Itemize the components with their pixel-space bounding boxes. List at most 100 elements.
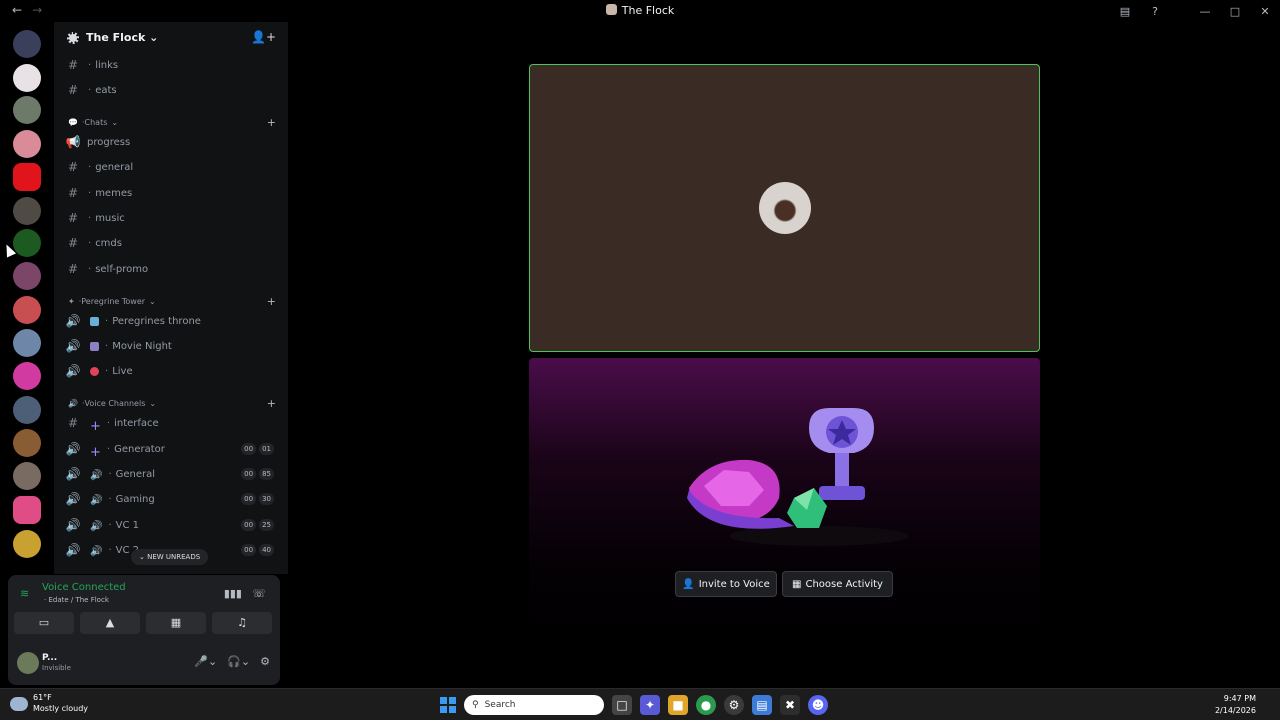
server-icon[interactable] [13, 197, 41, 225]
speaker-icon: 🔊 [90, 520, 103, 532]
category-peregrine-tower[interactable]: ✦ · Peregrine Tower ⌄ + [68, 293, 278, 309]
server-icon[interactable] [13, 96, 41, 124]
category-voice-channels[interactable]: 🔊 · Voice Channels ⌄ + [68, 395, 278, 411]
server-icon[interactable] [13, 329, 41, 357]
signal-icon[interactable]: ≋ [20, 587, 29, 600]
speaker-icon: 🔊 [90, 494, 103, 506]
add-channel-icon[interactable]: + [267, 295, 276, 308]
channel-memes[interactable]: # · memes [62, 182, 282, 204]
channel-movie-night[interactable]: 🔊 · Movie Night [62, 335, 282, 357]
file-explorer-icon[interactable]: ■ [668, 695, 688, 715]
channel-general[interactable]: # · general [62, 156, 282, 178]
noise-suppression-icon[interactable]: ▮▮▮ [224, 587, 242, 600]
speaker-icon: 🔊 [68, 398, 78, 408]
copilot-icon[interactable]: ✦ [640, 695, 660, 715]
user-limit-badge: 00 85 [241, 468, 274, 480]
server-badge-icon [67, 32, 79, 44]
maximize-icon[interactable]: □ [1220, 5, 1250, 18]
minimize-icon[interactable]: — [1190, 5, 1220, 18]
user-limit-badge: 00 25 [241, 519, 274, 531]
channel-generator[interactable]: 🔊 + · Generator 00 01 [62, 438, 282, 460]
discord-icon[interactable]: ☻ [808, 695, 828, 715]
user-area[interactable]: P... Invisible 🎤⌄ 🎧⌄ ⚙ [16, 650, 274, 680]
channel-progress[interactable]: 📢 progress [62, 131, 282, 153]
title-bar: ← → The Flock ▤ ? — □ ✕ [0, 0, 1280, 22]
channel-vc1[interactable]: 🔊 🔊 · VC 1 00 25 [62, 514, 282, 536]
clock[interactable]: 9:47 PM 2/14/2026 [1215, 693, 1256, 717]
chrome-icon[interactable]: ● [696, 695, 716, 715]
add-channel-icon[interactable]: + [267, 397, 276, 410]
channel-links[interactable]: # · links [62, 54, 282, 76]
channel-cmds[interactable]: # · cmds [62, 232, 282, 254]
avatar[interactable] [17, 652, 39, 674]
add-channel-icon[interactable]: + [267, 116, 276, 129]
activities-icon: ▦ [792, 578, 802, 590]
add-member-icon[interactable]: 👤+ [251, 30, 276, 44]
server-icon[interactable] [13, 429, 41, 457]
speaker-icon: 🔊 [65, 492, 81, 506]
temperature[interactable]: 61°F [33, 693, 52, 702]
server-icon[interactable] [13, 462, 41, 490]
help-icon[interactable]: ? [1140, 5, 1170, 18]
task-view-icon[interactable]: □ [612, 695, 632, 715]
server-icon[interactable] [13, 130, 41, 158]
server-header[interactable]: The Flock ⌄ 👤+ [54, 22, 288, 54]
user-limit-badge: 00 40 [241, 544, 274, 556]
plus-icon: + [90, 418, 101, 434]
server-icon[interactable] [13, 396, 41, 424]
weather-condition[interactable]: Mostly cloudy [33, 704, 88, 713]
soundboard-button[interactable]: ♫ [212, 612, 272, 634]
activities-button[interactable]: ▦ [146, 612, 206, 634]
server-name: The Flock ⌄ [86, 31, 159, 44]
category-chats[interactable]: 💬 · Chats ⌄ + [68, 114, 278, 130]
app-icon[interactable]: ⚙ [724, 695, 744, 715]
camera-off-button[interactable]: ▭ [14, 612, 74, 634]
windows-start-icon[interactable] [440, 697, 456, 713]
microphone-icon[interactable]: 🎤⌄ [194, 655, 217, 668]
megaphone-icon: 📢 [65, 135, 81, 149]
voice-location[interactable]: · Edate / The Flock [44, 596, 109, 604]
server-icon[interactable] [13, 362, 41, 390]
clapper-icon [90, 341, 99, 351]
hash-icon: # [67, 58, 79, 72]
plus-icon: + [90, 444, 101, 460]
user-status: Invisible [42, 664, 71, 672]
speaker-icon: 🔊 [65, 314, 81, 328]
speaker-icon: 🔊 [65, 518, 81, 532]
channel-self-promo[interactable]: # · self-promo [62, 258, 282, 280]
speaker-icon: 🔊 [90, 545, 103, 557]
bird-icon: ✦ [68, 296, 75, 306]
channel-peregrines-throne[interactable]: 🔊 · Peregrines throne [62, 310, 282, 332]
cloud-icon[interactable] [10, 697, 28, 711]
screen-share-button[interactable]: ▲ [80, 612, 140, 634]
server-icon[interactable] [13, 262, 41, 290]
choose-activity-button[interactable]: ▦ Choose Activity [782, 571, 893, 597]
headphones-icon[interactable]: 🎧⌄ [227, 655, 250, 668]
channel-general-voice[interactable]: 🔊 🔊 · General 00 85 [62, 463, 282, 485]
channel-gaming[interactable]: 🔊 🔊 · Gaming 00 30 [62, 488, 282, 510]
server-icon[interactable] [13, 163, 41, 191]
new-unreads-button[interactable]: ⌄ NEW UNREADS [131, 549, 209, 565]
channel-music[interactable]: # · music [62, 207, 282, 229]
hash-icon: # [67, 186, 79, 200]
voice-status[interactable]: Voice Connected [42, 582, 126, 593]
notepad-icon[interactable]: ▤ [752, 695, 772, 715]
server-icon[interactable] [13, 229, 41, 257]
channel-eats[interactable]: # · eats [62, 79, 282, 101]
server-icon[interactable] [13, 64, 41, 92]
server-icon[interactable] [13, 296, 41, 324]
settings-gear-icon[interactable]: ⚙ [260, 655, 270, 668]
channel-live[interactable]: 🔊 · Live [62, 360, 282, 382]
participant-tile[interactable] [529, 64, 1040, 352]
taskbar-search[interactable]: ⚲ Search [464, 695, 604, 715]
capcut-icon[interactable]: ✖ [780, 695, 800, 715]
speaker-icon: 🔊 [65, 364, 81, 378]
channel-interface[interactable]: # + · interface [62, 412, 282, 434]
server-icon[interactable] [13, 30, 41, 58]
disconnect-icon[interactable]: ☏ [252, 587, 266, 600]
server-icon[interactable] [13, 530, 41, 558]
close-icon[interactable]: ✕ [1250, 5, 1280, 18]
inbox-icon[interactable]: ▤ [1110, 5, 1140, 18]
server-icon[interactable] [13, 496, 41, 524]
invite-to-voice-button[interactable]: 👤 Invite to Voice [675, 571, 777, 597]
